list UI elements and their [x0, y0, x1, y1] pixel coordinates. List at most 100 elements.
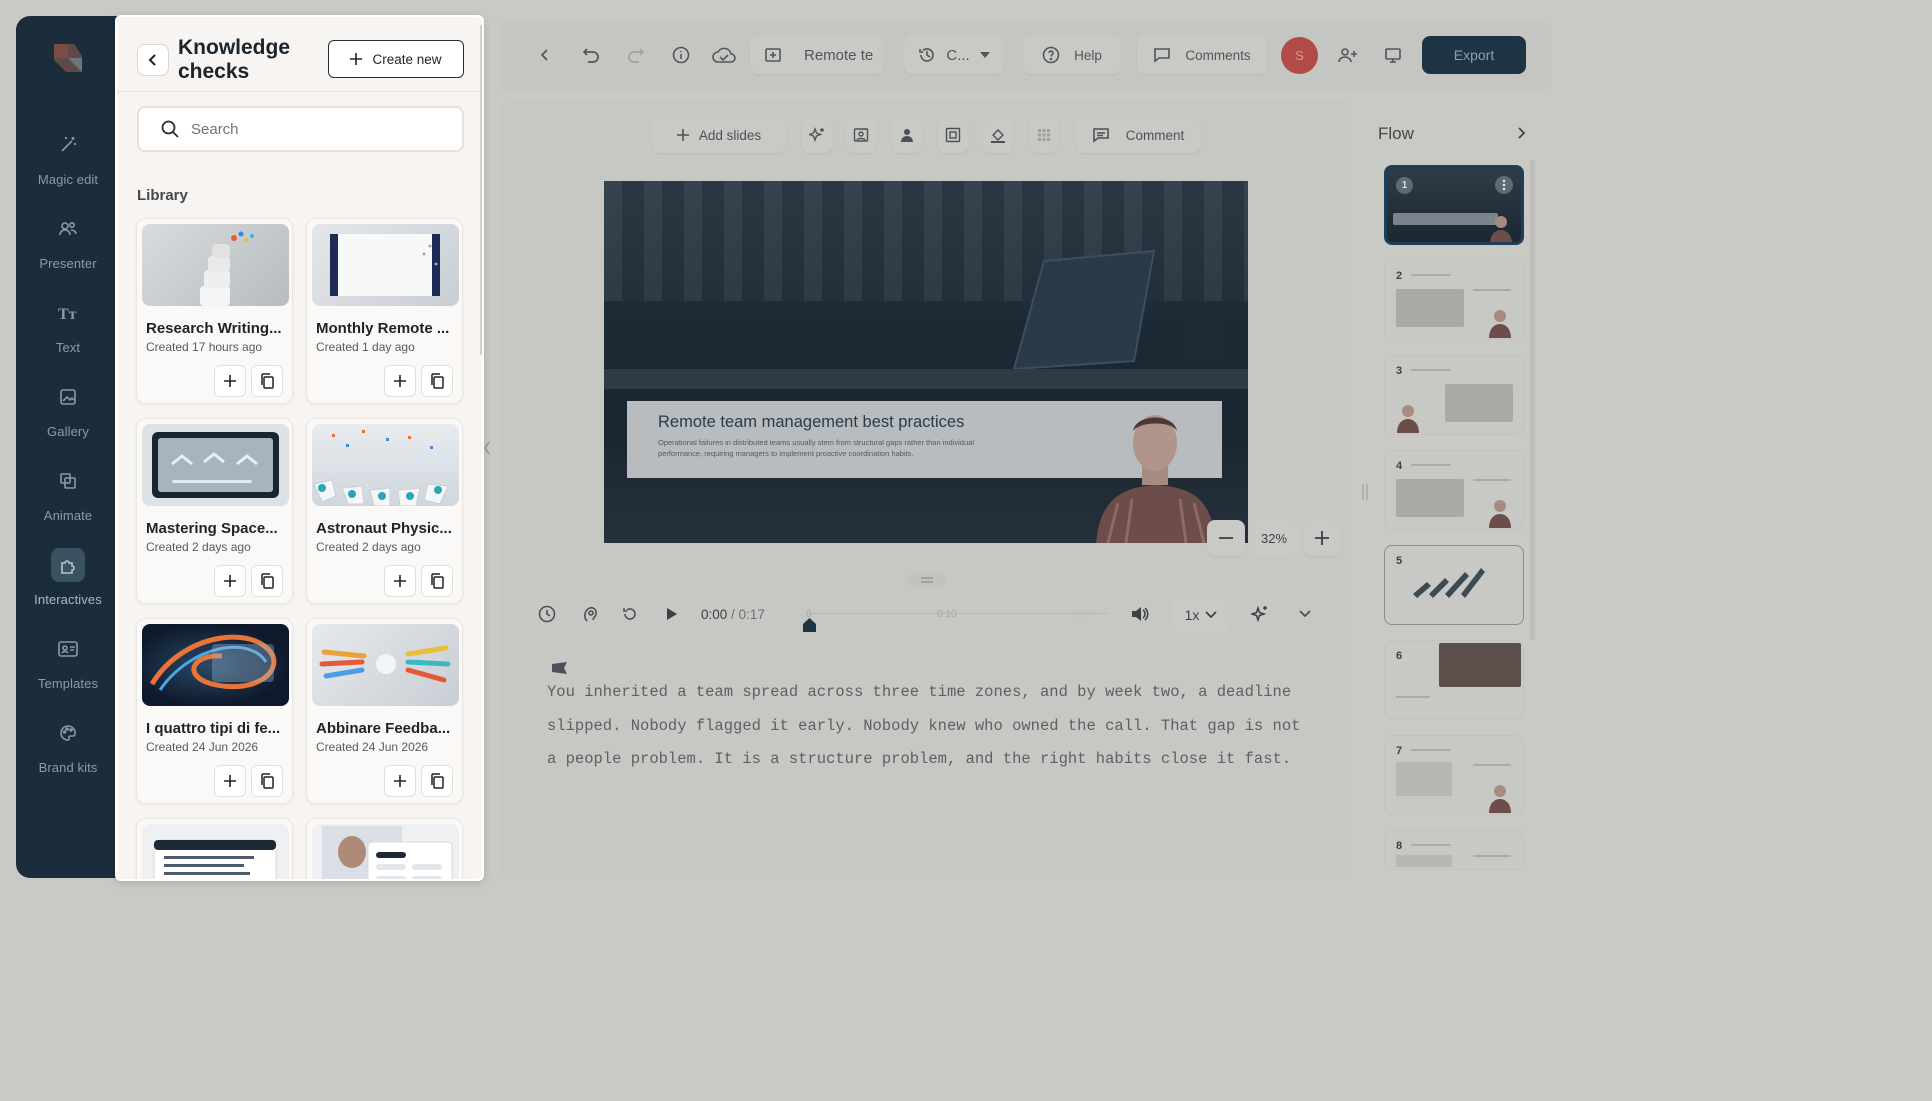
chevron-right-icon[interactable] [1514, 126, 1528, 140]
comments-button[interactable]: Comments [1137, 36, 1267, 74]
slide-title[interactable]: Remote team management best practices [658, 413, 964, 432]
duplicate-button[interactable] [251, 565, 283, 597]
duplicate-button[interactable] [251, 765, 283, 797]
rail-item-interactives[interactable]: Interactives [16, 548, 120, 618]
flow-slide-thumbnail[interactable]: 3 [1384, 355, 1524, 435]
flow-slide-thumbnail[interactable]: 5 [1384, 545, 1524, 625]
knowledge-check-card[interactable]: I quattro tipi di fe... Created 24 Jun 2… [136, 618, 293, 804]
search-input[interactable] [191, 120, 431, 138]
flow-slide-thumbnail[interactable]: 6 [1384, 640, 1524, 720]
chevron-left-icon [540, 49, 548, 61]
panel-back-button[interactable] [137, 44, 169, 76]
add-to-slide-button[interactable] [214, 765, 246, 797]
card-thumbnail [312, 424, 459, 506]
flow-slide-thumbnail[interactable]: 2 [1384, 260, 1524, 340]
rail-label: Interactives [34, 592, 102, 607]
duplicate-button[interactable] [421, 765, 453, 797]
cloud-icon [712, 47, 736, 63]
knowledge-check-card[interactable] [306, 818, 463, 879]
undo-button[interactable] [576, 36, 606, 74]
zoom-out-button[interactable] [1207, 520, 1245, 556]
play-button[interactable] [655, 597, 689, 631]
person-icon [901, 129, 913, 142]
fill-button[interactable] [983, 117, 1013, 153]
flow-slide-thumbnail[interactable]: 8 [1384, 830, 1524, 870]
flow-slide-thumbnail[interactable]: 7 [1384, 735, 1524, 815]
mini-presenter [1489, 785, 1511, 813]
grid-button[interactable] [1029, 117, 1059, 153]
knowledge-check-card[interactable]: Astronaut Physic... Created 2 days ago [306, 418, 463, 604]
info-button[interactable] [666, 36, 696, 74]
rail-item-animate[interactable]: Animate [16, 464, 120, 534]
timer-button[interactable] [530, 597, 564, 631]
add-to-slide-button[interactable] [214, 565, 246, 597]
expand-timeline-button[interactable] [1288, 597, 1322, 631]
project-name-field[interactable]: Remote te [750, 36, 884, 74]
slide-number: 2 [1396, 270, 1403, 282]
rail-item-gallery[interactable]: Gallery [16, 380, 120, 450]
rail-item-text[interactable]: Tт Text [16, 296, 120, 366]
zoom-in-button[interactable] [1303, 520, 1341, 556]
speed-value: 1x [1184, 607, 1200, 623]
background-button[interactable] [938, 117, 968, 153]
duplicate-button[interactable] [421, 565, 453, 597]
insert-media-button[interactable] [846, 117, 876, 153]
mini-text [1396, 696, 1430, 698]
flow-slide-thumbnail[interactable]: 1 [1384, 165, 1524, 245]
voice-button[interactable] [573, 597, 607, 631]
panel-resize-handle[interactable] [1362, 484, 1368, 500]
user-avatar[interactable]: S [1281, 37, 1318, 74]
knowledge-check-card[interactable]: Mastering Space... Created 2 days ago [136, 418, 293, 604]
replay-button[interactable] [613, 597, 647, 631]
script-text[interactable]: You inherited a team spread across three… [547, 676, 1307, 777]
playhead[interactable] [803, 618, 816, 632]
slide-body[interactable]: Operational failures in distributed team… [658, 437, 998, 459]
duplicate-button[interactable] [251, 365, 283, 397]
timeline-track[interactable] [808, 613, 1108, 614]
panel-scrollbar[interactable] [480, 25, 482, 355]
preview-button[interactable] [1378, 36, 1408, 74]
help-button[interactable]: Help [1023, 36, 1121, 74]
export-button[interactable]: Export [1422, 36, 1526, 74]
plus-icon [224, 575, 236, 587]
rail-item-templates[interactable]: Templates [16, 632, 120, 702]
rail-label: Text [55, 340, 81, 355]
add-to-slide-button[interactable] [384, 765, 416, 797]
back-button[interactable] [530, 36, 560, 74]
slide-number: 1 [1396, 177, 1413, 194]
knowledge-check-card[interactable]: Abbinare Feedba... Created 24 Jun 2026 [306, 618, 463, 804]
more-options-icon[interactable] [1495, 176, 1513, 194]
ai-assist-button[interactable] [802, 117, 832, 153]
playback-speed-dropdown[interactable]: 1x [1172, 597, 1230, 633]
search-box[interactable] [137, 106, 464, 152]
add-to-slide-button[interactable] [384, 565, 416, 597]
duplicate-button[interactable] [421, 365, 453, 397]
rail-item-brand-kits[interactable]: Brand kits [16, 716, 120, 786]
add-slides-button[interactable]: Add slides [652, 117, 786, 153]
cloud-save-button[interactable] [707, 36, 741, 74]
add-to-slide-button[interactable] [214, 365, 246, 397]
presenter-avatar[interactable] [1096, 407, 1216, 543]
rail-item-magic-edit[interactable]: Magic edit [16, 128, 120, 198]
volume-button[interactable] [1123, 597, 1157, 631]
slide-canvas[interactable]: Remote team management best practices Op… [604, 181, 1248, 543]
chevron-down-icon [1299, 610, 1311, 618]
ai-voice-button[interactable] [1243, 597, 1277, 631]
redo-button[interactable] [621, 36, 651, 74]
knowledge-check-card[interactable] [136, 818, 293, 879]
comment-button[interactable]: Comment [1076, 117, 1200, 153]
knowledge-check-card[interactable]: Research Writing... Created 17 hours ago [136, 218, 293, 404]
panel-collapse-handle[interactable] [482, 438, 492, 458]
flow-scrollbar[interactable] [1530, 160, 1535, 640]
card-thumbnail [142, 224, 289, 306]
rail-item-presenter[interactable]: Presenter [16, 212, 120, 282]
timeline-resize-handle[interactable] [907, 573, 947, 587]
knowledge-check-card[interactable]: Monthly Remote ... Created 1 day ago [306, 218, 463, 404]
add-to-slide-button[interactable] [384, 365, 416, 397]
app-logo[interactable] [52, 42, 84, 74]
create-new-button[interactable]: Create new [328, 40, 464, 78]
flow-slide-thumbnail[interactable]: 4 [1384, 450, 1524, 530]
invite-user-button[interactable] [1333, 36, 1363, 74]
version-history-dropdown[interactable]: C... [904, 36, 1004, 74]
avatar-button[interactable] [892, 117, 922, 153]
